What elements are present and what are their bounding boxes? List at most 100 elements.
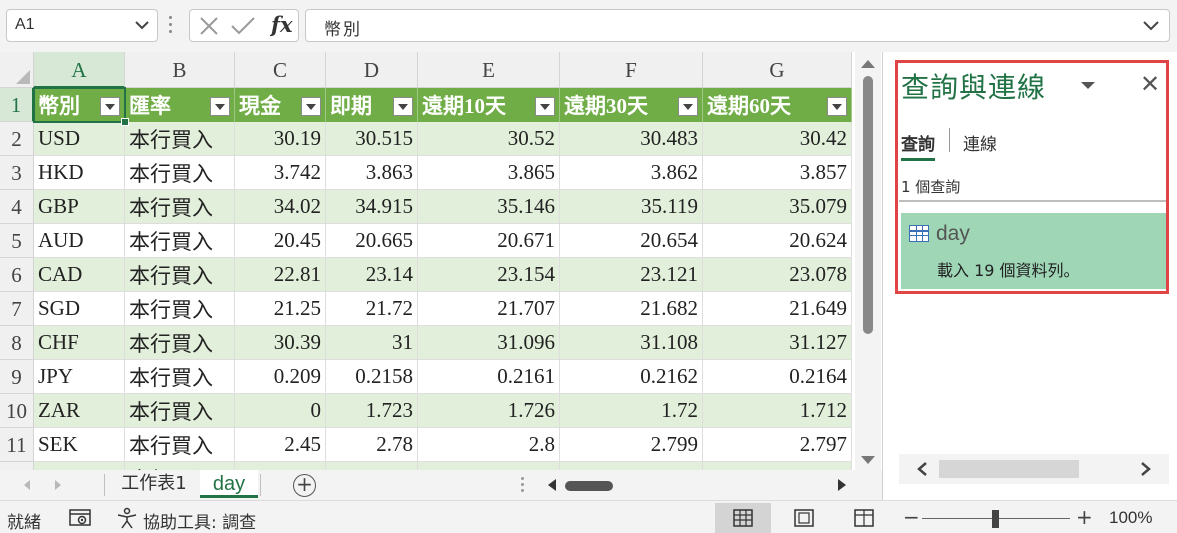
table-cell[interactable]: 35.079 xyxy=(703,190,852,224)
sheet-tab-1[interactable]: 工作表1 xyxy=(110,470,198,498)
vertical-scroll-thumb[interactable] xyxy=(863,76,873,334)
table-cell[interactable]: 31.108 xyxy=(560,326,703,360)
table-cell[interactable]: SEK xyxy=(34,428,125,462)
table-cell[interactable]: 1.72 xyxy=(560,394,703,428)
zoom-in-button[interactable]: + xyxy=(1076,505,1093,529)
filter-icon[interactable] xyxy=(827,97,847,116)
filter-icon[interactable] xyxy=(535,97,555,116)
table-header-cell[interactable]: 匯率 xyxy=(125,88,235,122)
table-cell[interactable]: 34.02 xyxy=(235,190,326,224)
row-header-11[interactable]: 11 xyxy=(0,428,34,462)
row-header-8[interactable]: 8 xyxy=(0,326,34,360)
pane-horizontal-scrollbar[interactable] xyxy=(899,454,1169,484)
table-cell[interactable]: 本行買入 xyxy=(125,190,235,224)
table-header-cell[interactable]: 遠期60天 xyxy=(703,88,852,122)
table-cell[interactable]: 23.121 xyxy=(560,258,703,292)
chevron-down-icon[interactable] xyxy=(133,16,151,34)
table-cell[interactable]: 本行買入 xyxy=(125,462,235,470)
accessibility-status[interactable]: 協助工具: 調查 xyxy=(143,508,256,533)
table-cell[interactable]: 31 xyxy=(326,326,418,360)
name-box[interactable]: A1 xyxy=(6,9,158,42)
table-cell[interactable]: USD xyxy=(34,122,125,156)
table-header-cell[interactable]: 幣別 xyxy=(34,88,125,122)
table-cell[interactable]: ZAR xyxy=(34,394,125,428)
table-cell[interactable]: AUD xyxy=(34,224,125,258)
select-all-corner[interactable] xyxy=(0,52,34,88)
table-cell[interactable]: 0.2162 xyxy=(560,360,703,394)
table-cell[interactable] xyxy=(34,462,125,470)
vertical-scrollbar[interactable] xyxy=(855,52,881,470)
table-header-cell[interactable]: 遠期30天 xyxy=(560,88,703,122)
column-header-a[interactable]: A xyxy=(34,52,125,88)
table-cell[interactable]: 30.515 xyxy=(326,122,418,156)
table-cell[interactable]: 23.078 xyxy=(703,258,852,292)
table-cell[interactable]: 23.14 xyxy=(326,258,418,292)
filter-icon[interactable] xyxy=(210,97,230,116)
row-header-2[interactable]: 2 xyxy=(0,122,34,156)
table-cell[interactable]: 本行買入 xyxy=(125,428,235,462)
table-cell[interactable]: 30.42 xyxy=(703,122,852,156)
table-header-cell[interactable]: 現金 xyxy=(235,88,326,122)
table-cell[interactable]: 3.857 xyxy=(703,156,852,190)
macro-record-icon[interactable] xyxy=(69,509,93,527)
table-cell[interactable]: 本行買入 xyxy=(125,292,235,326)
row-header-3[interactable]: 3 xyxy=(0,156,34,190)
pane-scroll-right-icon[interactable] xyxy=(1139,461,1153,477)
row-header-7[interactable]: 7 xyxy=(0,292,34,326)
normal-view-button[interactable] xyxy=(715,503,771,533)
table-cell[interactable]: 3.863 xyxy=(326,156,418,190)
table-cell[interactable]: 22.81 xyxy=(235,258,326,292)
table-cell[interactable] xyxy=(560,462,703,470)
row-header-5[interactable]: 5 xyxy=(0,224,34,258)
table-header-cell[interactable]: 遠期10天 xyxy=(418,88,560,122)
table-cell[interactable]: 21.682 xyxy=(560,292,703,326)
table-cell[interactable] xyxy=(418,462,560,470)
zoom-level[interactable]: 100% xyxy=(1109,508,1152,528)
column-header-g[interactable]: G xyxy=(703,52,852,88)
column-header-b[interactable]: B xyxy=(125,52,235,88)
zoom-out-button[interactable]: − xyxy=(903,505,920,529)
table-cell[interactable]: 1.712 xyxy=(703,394,852,428)
table-cell[interactable]: 2.8 xyxy=(418,428,560,462)
hscroll-right-icon[interactable] xyxy=(838,479,846,491)
page-break-view-button[interactable] xyxy=(836,503,892,533)
hscroll-left-icon[interactable] xyxy=(548,479,556,491)
table-cell[interactable]: 本行買入 xyxy=(125,122,235,156)
table-cell[interactable]: 23.154 xyxy=(418,258,560,292)
scroll-down-icon[interactable] xyxy=(861,456,875,464)
table-cell[interactable]: 2.45 xyxy=(235,428,326,462)
table-cell[interactable]: 0.2164 xyxy=(703,360,852,394)
filter-icon[interactable] xyxy=(393,97,413,116)
table-cell[interactable]: 1.726 xyxy=(418,394,560,428)
cancel-icon[interactable] xyxy=(198,15,220,37)
table-cell[interactable]: 21.707 xyxy=(418,292,560,326)
tab-scroll-left-icon[interactable] xyxy=(24,480,30,490)
table-cell[interactable]: 35.146 xyxy=(418,190,560,224)
column-header-e[interactable]: E xyxy=(418,52,560,88)
table-cell[interactable] xyxy=(326,462,418,470)
column-header-c[interactable]: C xyxy=(235,52,326,88)
accessibility-icon[interactable] xyxy=(116,507,138,529)
sheet-tab-day[interactable]: day xyxy=(200,470,258,498)
table-cell[interactable]: 2.78 xyxy=(326,428,418,462)
formula-input[interactable]: 幣別 xyxy=(305,9,1170,42)
table-header-cell[interactable]: 即期 xyxy=(326,88,418,122)
table-cell[interactable]: 20.624 xyxy=(703,224,852,258)
table-cell[interactable]: 本行買入 xyxy=(125,258,235,292)
expand-formula-icon[interactable] xyxy=(1141,17,1161,35)
table-cell[interactable]: 3.742 xyxy=(235,156,326,190)
zoom-slider-thumb[interactable] xyxy=(992,510,999,528)
tabs-splitter[interactable] xyxy=(521,477,525,495)
table-cell[interactable]: CAD xyxy=(34,258,125,292)
enter-icon[interactable] xyxy=(230,15,256,37)
table-cell[interactable] xyxy=(703,462,852,470)
row-header-4[interactable]: 4 xyxy=(0,190,34,224)
row-header-9[interactable]: 9 xyxy=(0,360,34,394)
column-header-d[interactable]: D xyxy=(326,52,418,88)
table-cell[interactable]: 2.799 xyxy=(560,428,703,462)
table-cell[interactable] xyxy=(235,462,326,470)
row-header-partial[interactable] xyxy=(0,462,34,470)
table-cell[interactable]: 30.52 xyxy=(418,122,560,156)
filter-icon[interactable] xyxy=(100,97,120,116)
column-header-f[interactable]: F xyxy=(560,52,703,88)
